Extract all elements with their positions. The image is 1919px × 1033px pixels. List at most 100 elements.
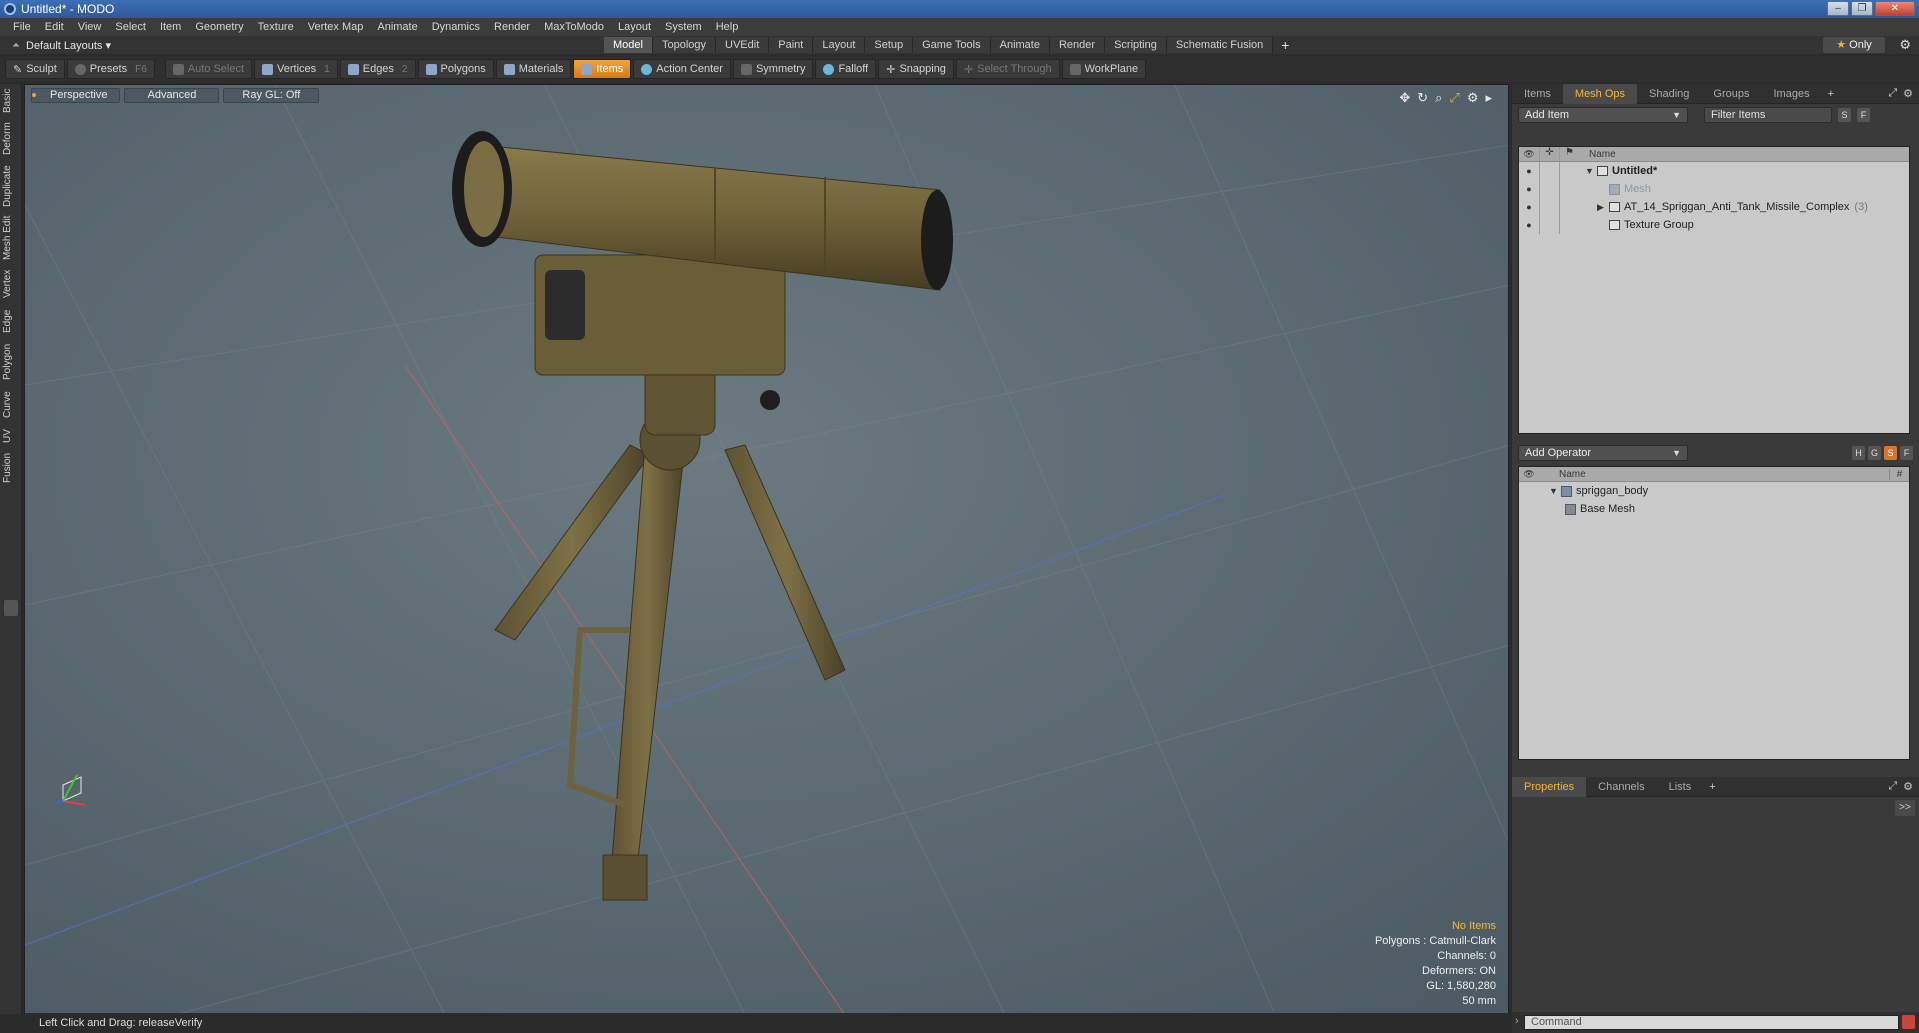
add-tab-button[interactable]: + <box>1273 37 1297 53</box>
triangle-down-icon[interactable]: ▼ <box>1585 166 1597 176</box>
menu-maxtomodo[interactable]: MaxToModo <box>537 21 611 33</box>
items-button[interactable]: Items <box>573 59 632 79</box>
tab-uvedit[interactable]: UVEdit <box>716 37 770 53</box>
command-history-icon[interactable]: › <box>1515 1015 1519 1027</box>
vtab-uv[interactable]: UV <box>2 426 20 446</box>
menu-animate[interactable]: Animate <box>370 21 424 33</box>
menu-edit[interactable]: Edit <box>38 21 71 33</box>
properties-expand-button[interactable]: >> <box>1895 800 1915 816</box>
tab-groups[interactable]: Groups <box>1701 84 1761 104</box>
add-item-dropdown[interactable]: Add Item ▼ <box>1518 107 1688 123</box>
snapping-button[interactable]: ✛ Snapping <box>878 59 954 79</box>
pan-icon[interactable]: ✥ <box>1399 90 1410 106</box>
zoom-fit-icon[interactable]: ⤢ <box>1449 90 1459 106</box>
menu-render[interactable]: Render <box>487 21 537 33</box>
layout-selector[interactable]: ⏶ Default Layouts ▾ <box>12 39 111 52</box>
falloff-button[interactable]: Falloff <box>815 59 877 79</box>
operator-s-button[interactable]: S <box>1884 446 1897 460</box>
viewport-menu-dot-icon[interactable] <box>32 93 36 97</box>
vtab-mesh-edit[interactable]: Mesh Edit <box>2 214 20 262</box>
close-button[interactable]: ✕ <box>1875 1 1915 16</box>
viewport-gear-icon[interactable]: ⚙ <box>1467 90 1479 106</box>
item-row-model[interactable]: ● ▶ AT_14_Spriggan_Anti_Tank_Missile_Com… <box>1519 198 1909 216</box>
operator-row-base-mesh[interactable]: Base Mesh <box>1519 500 1909 518</box>
raygl-toggle[interactable]: Ray GL: Off <box>223 88 320 103</box>
tab-model[interactable]: Model <box>604 37 653 53</box>
panel-expand-icon[interactable]: ⤢ <box>1888 87 1897 100</box>
tab-channels[interactable]: Channels <box>1586 777 1656 797</box>
menu-vertex-map[interactable]: Vertex Map <box>301 21 371 33</box>
filter-f-button[interactable]: F <box>1857 108 1870 122</box>
item-row-texture-group[interactable]: ● Texture Group <box>1519 216 1909 234</box>
collapse-icon[interactable]: ⏶ <box>12 40 20 51</box>
tab-properties[interactable]: Properties <box>1512 776 1587 797</box>
vtab-fusion[interactable]: Fusion <box>2 450 20 486</box>
3d-viewport[interactable]: Perspective Advanced Ray GL: Off ✥ ↻ ⌕ ⤢… <box>24 84 1509 1014</box>
menu-geometry[interactable]: Geometry <box>188 21 250 33</box>
filter-s-button[interactable]: S <box>1838 108 1851 122</box>
properties-gear-icon[interactable]: ⚙ <box>1903 780 1913 793</box>
tab-mesh-ops[interactable]: Mesh Ops <box>1562 83 1638 104</box>
vtab-vertex[interactable]: Vertex <box>2 266 20 302</box>
vtab-edge[interactable]: Edge <box>2 306 20 336</box>
eye-icon[interactable]: ● <box>1519 166 1539 176</box>
tab-paint[interactable]: Paint <box>769 37 814 53</box>
menu-dynamics[interactable]: Dynamics <box>425 21 487 33</box>
perspective-dropdown[interactable]: Perspective <box>31 88 121 103</box>
presets-button[interactable]: Presets F6 <box>66 59 155 79</box>
menu-view[interactable]: View <box>71 21 109 33</box>
only-toggle[interactable]: ★ Only <box>1823 37 1885 53</box>
properties-expand-icon[interactable]: ⤢ <box>1888 780 1897 793</box>
zoom-icon[interactable]: ⌕ <box>1435 90 1442 106</box>
materials-button[interactable]: Materials <box>495 59 572 79</box>
gear-icon[interactable]: ⚙ <box>1899 37 1911 53</box>
panel-gear-icon[interactable]: ⚙ <box>1903 87 1913 100</box>
workplane-button[interactable]: WorkPlane <box>1061 59 1147 79</box>
add-panel-tab-button[interactable]: + <box>1822 88 1840 100</box>
auto-select-button[interactable]: Auto Select <box>164 59 253 79</box>
menu-layout[interactable]: Layout <box>611 21 658 33</box>
operator-list[interactable]: 👁 Name # ▼ spriggan_body Base Mesh <box>1518 466 1910 760</box>
tab-lists[interactable]: Lists <box>1657 777 1704 797</box>
eye-icon[interactable]: ● <box>1519 184 1539 194</box>
minimize-button[interactable]: – <box>1827 1 1849 16</box>
menu-system[interactable]: System <box>658 21 709 33</box>
select-through-button[interactable]: ✛ Select Through <box>955 59 1060 79</box>
tab-setup[interactable]: Setup <box>865 37 914 53</box>
vtab-polygon[interactable]: Polygon <box>2 340 20 384</box>
shading-mode-dropdown[interactable]: Advanced <box>124 88 220 103</box>
vtab-basic[interactable]: Basic <box>2 86 20 116</box>
tab-schematic-fusion[interactable]: Schematic Fusion <box>1166 37 1274 53</box>
symmetry-button[interactable]: Symmetry <box>732 59 814 79</box>
tab-render[interactable]: Render <box>1049 37 1106 53</box>
tab-shading[interactable]: Shading <box>1637 84 1701 104</box>
menu-item[interactable]: Item <box>153 21 188 33</box>
vertices-button[interactable]: Vertices 1 <box>254 59 338 79</box>
tab-game-tools[interactable]: Game Tools <box>913 37 991 53</box>
operator-row-body[interactable]: ▼ spriggan_body <box>1519 482 1909 500</box>
sculpt-button[interactable]: ✎ Sculpt <box>5 59 65 79</box>
operator-h-button[interactable]: H <box>1852 446 1865 460</box>
tab-layout[interactable]: Layout <box>813 37 866 53</box>
command-run-button[interactable] <box>1902 1015 1915 1029</box>
add-properties-tab-button[interactable]: + <box>1703 781 1721 793</box>
item-list[interactable]: 👁 ✛ ⚑ Name ● ▼ Untitled* ● Mesh ● ▶ AT_1… <box>1518 146 1910 434</box>
item-row-mesh[interactable]: ● Mesh <box>1519 180 1909 198</box>
triangle-down-icon[interactable]: ▼ <box>1549 486 1561 496</box>
tab-animate[interactable]: Animate <box>990 37 1050 53</box>
menu-texture[interactable]: Texture <box>251 21 301 33</box>
edges-button[interactable]: Edges 2 <box>339 59 416 79</box>
vtab-deform[interactable]: Deform <box>2 120 20 158</box>
polygons-button[interactable]: Polygons <box>417 59 494 79</box>
vtab-curve[interactable]: Curve <box>2 388 20 422</box>
menu-select[interactable]: Select <box>108 21 153 33</box>
tab-scripting[interactable]: Scripting <box>1105 37 1167 53</box>
menu-file[interactable]: File <box>6 21 38 33</box>
item-row-scene[interactable]: ● ▼ Untitled* <box>1519 162 1909 180</box>
maximize-button[interactable]: ❐ <box>1851 1 1873 16</box>
vtab-duplicate[interactable]: Duplicate <box>2 162 20 210</box>
triangle-right-icon[interactable]: ▶ <box>1597 202 1609 213</box>
action-center-button[interactable]: Action Center <box>633 59 731 79</box>
eye-icon[interactable]: ● <box>1519 220 1539 230</box>
eye-icon[interactable]: ● <box>1519 202 1539 212</box>
